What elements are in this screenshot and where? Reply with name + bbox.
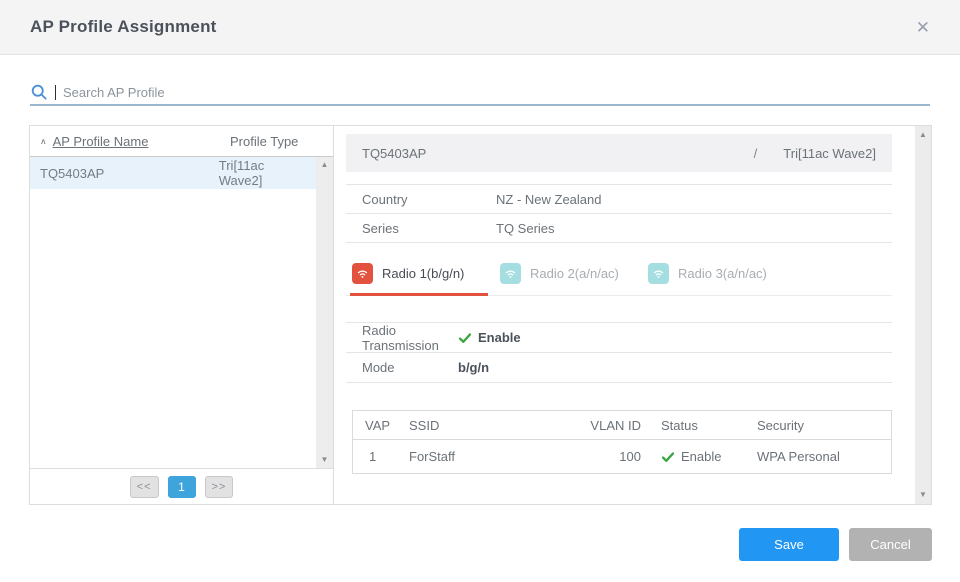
info-label: Country	[362, 192, 496, 207]
scroll-up-icon[interactable]: ▲	[919, 131, 927, 139]
wifi-icon	[648, 263, 669, 284]
tab-radio-3[interactable]: Radio 3(a/n/ac)	[646, 257, 784, 296]
security-cell: WPA Personal	[751, 449, 879, 464]
radio-value: b/g/n	[458, 360, 489, 375]
info-label: Series	[362, 221, 496, 236]
dialog-title: AP Profile Assignment	[30, 17, 217, 37]
check-icon	[458, 331, 472, 345]
tab-label: Radio 1(b/g/n)	[382, 266, 464, 281]
info-value: NZ - New Zealand	[496, 192, 601, 207]
tab-radio-1[interactable]: Radio 1(b/g/n)	[350, 257, 488, 296]
cancel-button[interactable]: Cancel	[849, 528, 932, 561]
profile-detail-panel: TQ5403AP / Tri[11ac Wave2] Country NZ - …	[334, 126, 931, 504]
wifi-icon	[352, 263, 373, 284]
save-button[interactable]: Save	[739, 528, 839, 561]
tab-label: Radio 3(a/n/ac)	[678, 266, 767, 281]
detail-profile-name: TQ5403AP	[362, 146, 754, 161]
table-row[interactable]: TQ5403AP Tri[11ac Wave2]	[30, 157, 316, 189]
sort-asc-icon: ∧	[40, 136, 47, 146]
detail-profile-type: Tri[11ac Wave2]	[783, 146, 876, 161]
vlan-id-cell: 100	[581, 449, 641, 464]
detail-scrollbar[interactable]: ▲ ▼	[915, 126, 931, 504]
content-area: ∧ AP Profile Name Profile Type TQ5403AP …	[29, 125, 932, 505]
status-text: Enable	[681, 449, 721, 464]
column-header-vap: VAP	[365, 418, 409, 433]
status-cell: Enable	[641, 449, 751, 464]
search-bar	[30, 80, 930, 106]
search-icon	[30, 83, 48, 101]
ssid-cell: ForStaff	[409, 449, 581, 464]
profile-list-header: ∧ AP Profile Name Profile Type	[30, 126, 333, 157]
footer: Save Cancel	[739, 528, 932, 561]
column-header-vlan-id: VLAN ID	[581, 418, 641, 433]
scroll-down-icon[interactable]: ▼	[321, 456, 329, 464]
pagination-prev-button[interactable]: <<	[130, 476, 159, 498]
vap-table-header: VAP SSID VLAN ID Status Security	[353, 411, 891, 440]
info-block: Country NZ - New Zealand Series TQ Serie…	[346, 184, 892, 243]
radio-row-transmission: Radio Transmission Enable	[346, 323, 892, 353]
detail-separator: /	[754, 146, 758, 161]
column-header-security: Security	[751, 418, 879, 433]
column-label: AP Profile Name	[53, 134, 149, 149]
radio-label: Mode	[362, 360, 458, 375]
tab-label: Radio 2(a/n/ac)	[530, 266, 619, 281]
check-icon	[661, 450, 675, 464]
list-scrollbar[interactable]: ▲ ▼	[316, 157, 333, 468]
close-icon[interactable]: ✕	[916, 19, 930, 36]
info-value: TQ Series	[496, 221, 555, 236]
column-header-ap-profile-name[interactable]: ∧ AP Profile Name	[40, 134, 230, 149]
profile-name-cell: TQ5403AP	[40, 166, 219, 181]
pagination: << 1 >>	[30, 468, 333, 504]
profile-list-panel: ∧ AP Profile Name Profile Type TQ5403AP …	[30, 126, 334, 504]
vap-table: VAP SSID VLAN ID Status Security 1 ForSt…	[352, 410, 892, 474]
dialog-header: AP Profile Assignment ✕	[0, 0, 960, 55]
search-input[interactable]	[63, 85, 930, 100]
info-row-country: Country NZ - New Zealand	[346, 185, 892, 214]
profile-list-body: TQ5403AP Tri[11ac Wave2] ▲ ▼	[30, 157, 333, 468]
scroll-up-icon[interactable]: ▲	[321, 161, 329, 169]
radio-label: Radio Transmission	[362, 323, 458, 353]
radio-row-mode: Mode b/g/n	[346, 353, 892, 383]
wifi-icon	[500, 263, 521, 284]
pagination-page-1-button[interactable]: 1	[168, 476, 196, 498]
column-header-ssid: SSID	[409, 418, 581, 433]
info-row-series: Series TQ Series	[346, 214, 892, 243]
radio-value: Enable	[478, 330, 521, 345]
table-row: 1 ForStaff 100 Enable WPA Personal	[353, 440, 891, 473]
detail-header-bar: TQ5403AP / Tri[11ac Wave2]	[346, 134, 892, 172]
profile-type-cell: Tri[11ac Wave2]	[219, 158, 306, 188]
text-cursor	[55, 85, 56, 100]
tab-radio-2[interactable]: Radio 2(a/n/ac)	[498, 257, 636, 296]
scroll-down-icon[interactable]: ▼	[919, 491, 927, 499]
radio-tabs: Radio 1(b/g/n) Radio 2(a/n/ac)	[346, 257, 892, 296]
radio-settings-block: Radio Transmission Enable Mode b/g/n	[346, 322, 892, 383]
column-header-profile-type: Profile Type	[230, 134, 298, 149]
vap-cell: 1	[365, 449, 409, 464]
pagination-next-button[interactable]: >>	[205, 476, 234, 498]
column-header-status: Status	[641, 418, 751, 433]
